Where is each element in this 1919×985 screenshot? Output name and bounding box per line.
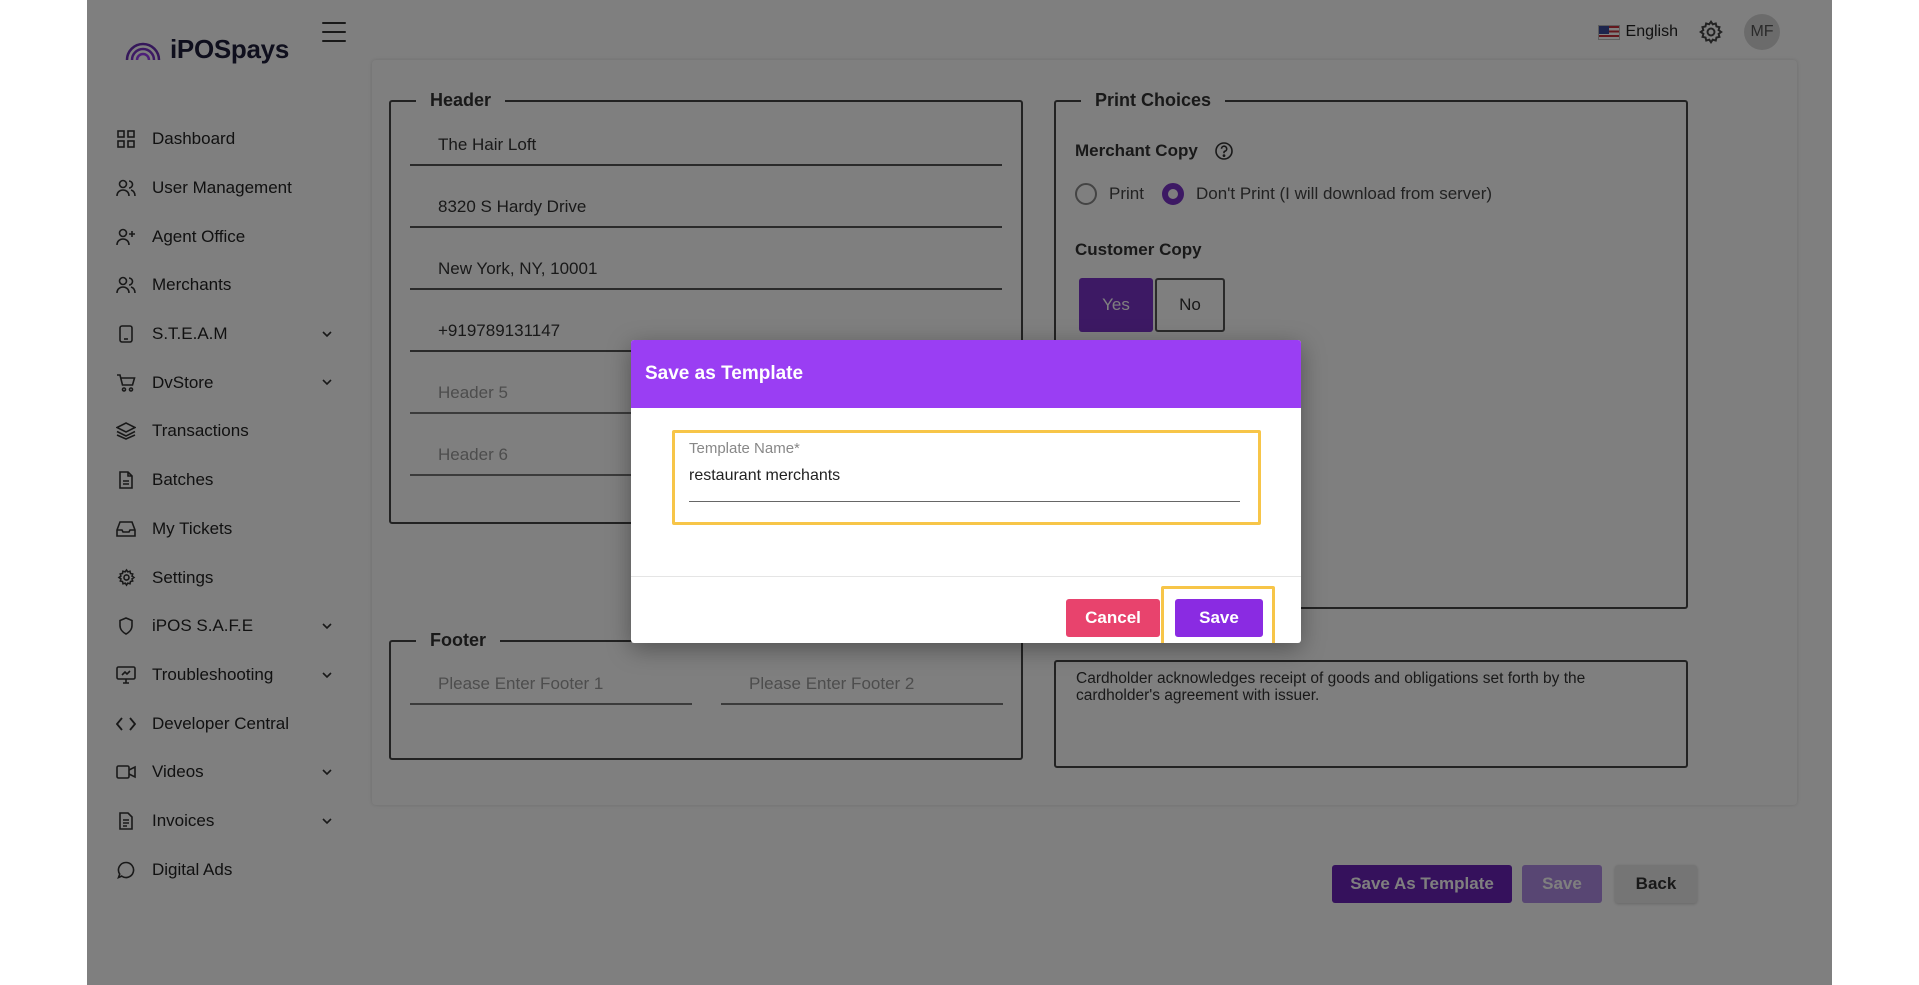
dialog-cancel-button[interactable]: Cancel — [1066, 599, 1160, 637]
dialog-save-button[interactable]: Save — [1175, 599, 1263, 637]
template-name-label: Template Name* — [689, 440, 800, 457]
app-window: iPOSpays English MF Dashboard User Manag… — [87, 0, 1832, 985]
dialog-divider — [631, 576, 1301, 577]
template-name-input[interactable]: restaurant merchants — [689, 467, 840, 485]
save-template-dialog: Save as Template Template Name* restaura… — [631, 340, 1301, 643]
template-name-underline — [689, 501, 1240, 502]
dialog-title: Save as Template — [631, 340, 1301, 408]
